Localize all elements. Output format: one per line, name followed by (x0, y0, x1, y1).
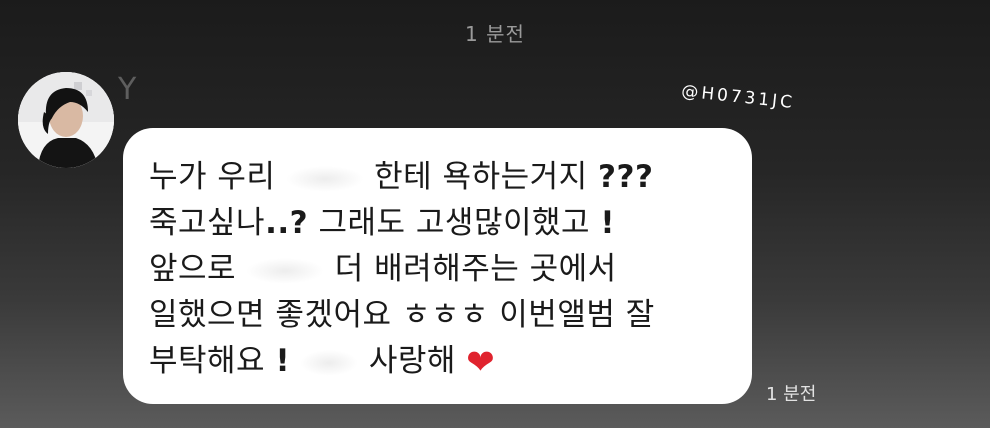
avatar[interactable] (18, 72, 114, 168)
message-line-3: 앞으로 더 배려해주는 곳에서 (149, 246, 732, 292)
message-bubble[interactable]: 누가 우리 한테 욕하는거지 ??? 죽고싶나..? 그래도 고생많이했고 ! … (123, 128, 752, 404)
redacted-area (246, 257, 325, 284)
message-text: ! (275, 343, 291, 379)
message-text: 누가 우리 (149, 159, 276, 195)
message-line-2: 죽고싶나..? 그래도 고생많이했고 ! (149, 200, 732, 246)
message-line-5: 부탁해요 ! 사랑해 ❤ (149, 338, 732, 386)
message-text: 앞으로 (149, 251, 237, 287)
message-text: 일했으면 좋겠어요 ㅎㅎㅎ 이번앨범 잘 (149, 297, 655, 333)
watermark-label: @H0731JC (680, 81, 795, 113)
message-text: 한테 욕하는거지 (374, 159, 588, 195)
message-line-1: 누가 우리 한테 욕하는거지 ??? (149, 154, 732, 200)
redacted-area (300, 349, 359, 376)
message-text: 사랑해 (368, 343, 456, 379)
message-text: 죽고싶나 (149, 205, 266, 241)
message-line-4: 일했으면 좋겠어요 ㅎㅎㅎ 이번앨범 잘 (149, 292, 732, 338)
message-timestamp: 1 분전 (766, 384, 817, 405)
heart-icon: ❤ (466, 342, 496, 383)
message-text: 더 배려해주는 곳에서 (334, 251, 617, 287)
sender-initial: Y (118, 72, 137, 107)
avatar-photo (18, 72, 114, 168)
conversation-timestamp: 1 분전 (465, 22, 525, 46)
message-text: ! (600, 205, 616, 241)
message-text: ..? (265, 205, 309, 241)
redacted-area (285, 165, 364, 192)
message-text: ??? (598, 159, 654, 195)
message-text: 부탁해요 (149, 343, 266, 379)
message-text: 그래도 고생많이했고 (318, 205, 591, 241)
